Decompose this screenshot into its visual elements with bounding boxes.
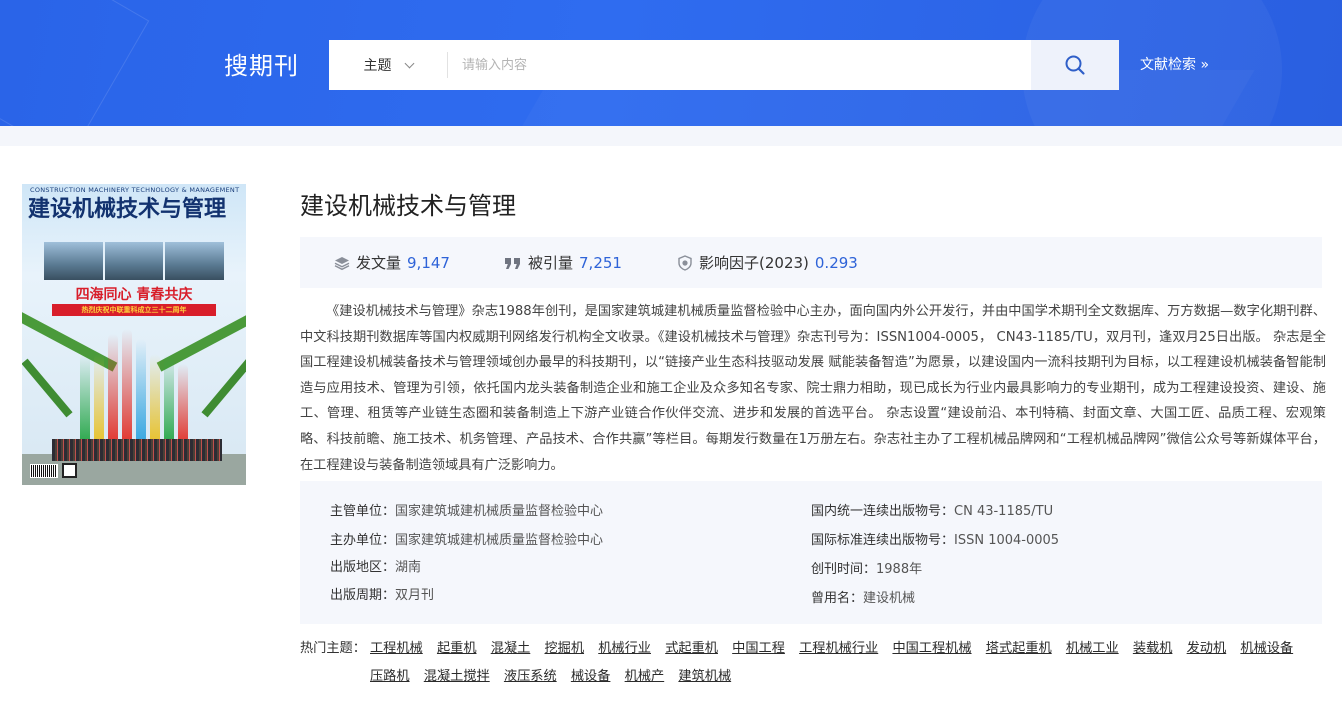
barcode-icon [30,464,58,478]
search-input[interactable] [462,48,1022,82]
stat-citations-value: 7,251 [579,253,622,272]
chevron-down-icon [404,58,414,68]
meta-former-label: 曾用名： [811,591,864,606]
hot-topic-link[interactable]: 压路机 [370,669,410,684]
journal-description: 《建设机械技术与管理》杂志1988年创刊，是国家建筑城建机械质量监督检验中心主办… [300,304,1326,473]
hot-topic-link[interactable]: 中国工程 [732,641,785,656]
cover-color-plume [164,354,174,444]
cover-color-plume [94,354,104,444]
stat-articles-value: 9,147 [407,253,450,272]
hot-topic-link[interactable]: 机械工业 [1066,641,1119,656]
stat-impact-value: 0.293 [814,253,858,272]
cover-color-plume [178,364,188,444]
hot-topic-link[interactable]: 械设备 [571,669,611,684]
hot-topic-link[interactable]: 混凝土搅拌 [424,669,490,684]
cover-crane-arm [22,358,73,418]
hot-topic-link[interactable]: 式起重机 [665,641,718,656]
search-bar: 主题 [329,40,1119,90]
hot-topic-link[interactable]: 装载机 [1133,641,1173,656]
stat-articles: 发文量 9,147 [334,237,450,288]
meta-former-value: 建设机械 [863,591,916,606]
hot-topic-link[interactable]: 机械行业 [598,641,651,656]
meta-cycle-value: 双月刊 [395,588,435,603]
hot-topic-link[interactable]: 挖掘机 [544,641,584,656]
meta-former: 曾用名：建设机械 [811,587,915,606]
cover-ribbon: 热烈庆祝中联重科成立三十二周年 [52,304,216,316]
meta-region: 出版地区：湖南 [330,556,421,575]
site-logo[interactable]: 搜期刊 [224,50,299,82]
shield-icon [678,254,692,271]
hot-topic-link[interactable]: 发动机 [1187,641,1227,656]
search-button[interactable] [1031,40,1119,90]
meta-supervisor: 主管单位：国家建筑城建机械质量监督检验中心 [330,500,603,519]
search-divider [447,52,448,78]
meta-region-value: 湖南 [395,560,422,575]
cover-color-plume [80,354,90,444]
meta-founded: 创刊时间：1988年 [811,558,922,577]
meta-cn-label: 国内统一连续出版物号： [811,504,955,519]
meta-founded-label: 创刊时间： [811,562,877,577]
cover-crane-arm [201,358,246,418]
hot-topic-link[interactable]: 混凝土 [491,641,531,656]
journal-cover-image: CONSTRUCTION MACHINERY TECHNOLOGY & MANA… [22,184,246,485]
meta-issn-value: ISSN 1004-0005 [954,533,1060,548]
journal-title: 建设机械技术与管理 [300,192,516,220]
hot-topic-link[interactable]: 塔式起重机 [986,641,1052,656]
header-decoration [0,0,150,126]
journal-meta-panel: 主管单位：国家建筑城建机械质量监督检验中心 主办单位：国家建筑城建机械质量监督检… [300,481,1322,624]
header-banner: 搜期刊 主题 文献检索 » [0,0,1342,126]
cover-photos [44,242,225,280]
meta-issn-label: 国际标准连续出版物号： [811,533,955,548]
meta-cycle-label: 出版周期： [330,588,396,603]
hot-topic-link[interactable]: 建筑机械 [678,669,731,684]
cover-color-plume [150,354,160,444]
qr-code-icon [62,463,77,478]
meta-region-label: 出版地区： [330,560,396,575]
cover-english-title: CONSTRUCTION MACHINERY TECHNOLOGY & MANA… [30,186,240,194]
stat-citations: 被引量 7,251 [504,237,622,288]
quote-icon [505,257,520,269]
hot-topic-link[interactable]: 工程机械 [370,641,423,656]
cover-title: 建设机械技术与管理 [28,197,227,222]
search-type-label: 主题 [363,58,392,74]
meta-cn: 国内统一连续出版物号：CN 43-1185/TU [811,500,1053,519]
cover-color-plume [108,334,118,444]
hot-topics-label: 热门主题： [300,641,366,656]
meta-sponsor-label: 主办单位： [330,533,396,548]
search-icon [1065,55,1085,75]
stat-impact: 影响因子(2023) 0.293 [677,237,858,288]
hot-topic-link[interactable]: 中国工程机械 [892,641,971,656]
layers-icon [334,256,350,270]
meta-cn-value: CN 43-1185/TU [954,504,1054,519]
cover-color-plume [136,339,146,444]
cover-slogan: 四海同心 青春共庆 [75,287,193,303]
hot-topic-link[interactable]: 液压系统 [504,669,557,684]
meta-founded-value: 1988年 [876,562,923,577]
header-shadow-band [0,126,1342,146]
stat-impact-label: 影响因子(2023) [699,254,809,272]
meta-sponsor: 主办单位：国家建筑城建机械质量监督检验中心 [330,529,603,548]
hot-topic-link[interactable]: 工程机械行业 [799,641,878,656]
meta-supervisor-label: 主管单位： [330,504,396,519]
search-type-select[interactable]: 主题 [329,40,447,90]
cover-color-plume [122,329,132,444]
cover-crowd [52,439,222,461]
hot-topic-link[interactable]: 起重机 [437,641,477,656]
hot-topics-list: 工程机械 起重机 混凝土 挖掘机 机械行业 式起重机 中国工程 工程机械行业 中… [370,635,1320,691]
meta-sponsor-value: 国家建筑城建机械质量监督检验中心 [395,533,604,548]
meta-supervisor-value: 国家建筑城建机械质量监督检验中心 [395,504,604,519]
hot-topic-link[interactable]: 机械产 [625,669,665,684]
meta-issn: 国际标准连续出版物号：ISSN 1004-0005 [811,529,1059,548]
stat-citations-label: 被引量 [528,254,574,272]
advanced-search-link[interactable]: 文献检索 » [1140,56,1209,74]
meta-cycle: 出版周期：双月刊 [330,584,434,603]
journal-stats-bar: 发文量 9,147 被引量 7,251 影响因子(2023) 0.293 [300,237,1322,288]
stat-articles-label: 发文量 [356,254,402,272]
hot-topic-link[interactable]: 机械设备 [1240,641,1293,656]
